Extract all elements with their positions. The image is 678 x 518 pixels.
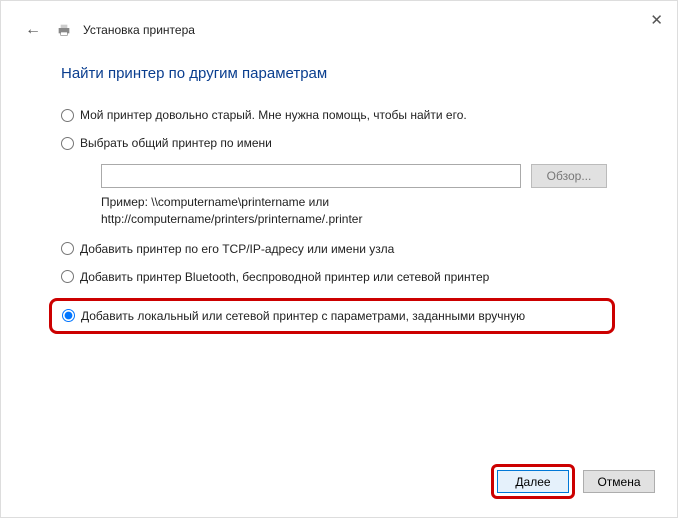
radio-shared-printer[interactable]: [61, 137, 74, 150]
option-tcpip[interactable]: Добавить принтер по его TCP/IP-адресу ил…: [61, 242, 631, 256]
cancel-button[interactable]: Отмена: [583, 470, 655, 493]
option-bluetooth[interactable]: Добавить принтер Bluetooth, беспроводной…: [61, 270, 631, 284]
option-shared-printer[interactable]: Выбрать общий принтер по имени: [61, 136, 631, 150]
next-button[interactable]: Далее: [497, 470, 569, 493]
printer-name-input[interactable]: [101, 164, 521, 188]
content-area: Найти принтер по другим параметрам Мой п…: [1, 51, 677, 334]
radio-manual[interactable]: [62, 309, 75, 322]
option-manual-highlight: Добавить локальный или сетевой принтер с…: [49, 298, 615, 334]
back-arrow-icon[interactable]: ←: [21, 17, 45, 43]
window-title: Установка принтера: [83, 23, 195, 37]
printer-icon: [55, 22, 73, 38]
browse-button: Обзор...: [531, 164, 607, 188]
radio-old-printer[interactable]: [61, 109, 74, 122]
footer-buttons: Далее Отмена: [491, 464, 655, 499]
option-old-printer-label: Мой принтер довольно старый. Мне нужна п…: [80, 108, 467, 122]
wizard-header: ← Установка принтера: [1, 1, 677, 51]
page-heading: Найти принтер по другим параметрам: [61, 65, 631, 82]
example-line-1: Пример: \\computername\printername или: [101, 194, 631, 211]
option-bluetooth-label: Добавить принтер Bluetooth, беспроводной…: [80, 270, 489, 284]
next-button-highlight: Далее: [491, 464, 575, 499]
radio-tcpip[interactable]: [61, 242, 74, 255]
option-shared-printer-label: Выбрать общий принтер по имени: [80, 136, 272, 150]
shared-name-row: Обзор...: [101, 164, 631, 188]
option-manual-label: Добавить локальный или сетевой принтер с…: [81, 309, 525, 323]
radio-bluetooth[interactable]: [61, 270, 74, 283]
close-icon[interactable]: ✕: [650, 11, 663, 29]
example-line-2: http://computername/printers/printername…: [101, 211, 631, 228]
option-tcpip-label: Добавить принтер по его TCP/IP-адресу ил…: [80, 242, 394, 256]
option-old-printer[interactable]: Мой принтер довольно старый. Мне нужна п…: [61, 108, 631, 122]
example-text: Пример: \\computername\printername или h…: [101, 194, 631, 228]
